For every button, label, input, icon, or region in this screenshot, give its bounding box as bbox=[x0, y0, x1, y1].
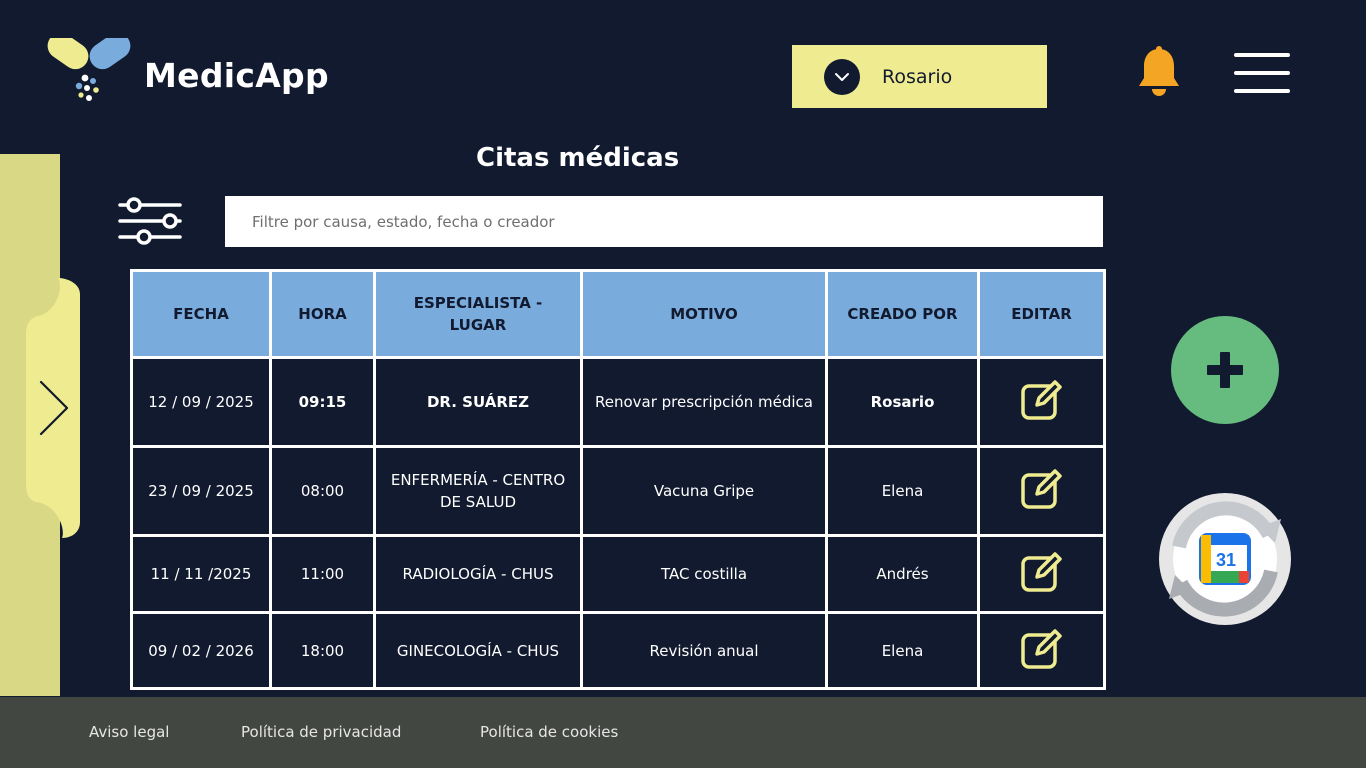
table-row: 09 / 02 / 2026 18:00 GINECOLOGÍA - CHUS … bbox=[130, 611, 1106, 690]
search-input[interactable] bbox=[225, 196, 1103, 247]
edit-icon[interactable] bbox=[1020, 466, 1064, 510]
cell-editar bbox=[977, 356, 1106, 448]
column-header: MOTIVO bbox=[580, 269, 828, 359]
cell-fecha: 23 / 09 / 2025 bbox=[130, 445, 272, 537]
cell-creado-por: Elena bbox=[825, 445, 980, 537]
edit-icon[interactable] bbox=[1020, 377, 1064, 421]
cell-especialista: RADIOLOGÍA - CHUS bbox=[373, 534, 583, 614]
column-header: HORA bbox=[269, 269, 376, 359]
plus-icon bbox=[1207, 352, 1243, 388]
cell-especialista: DR. SUÁREZ bbox=[373, 356, 583, 448]
selected-user: Rosario bbox=[882, 65, 953, 88]
calendar-day: 31 bbox=[1216, 550, 1236, 570]
cell-fecha: 12 / 09 / 2025 bbox=[130, 356, 272, 448]
column-header: FECHA bbox=[130, 269, 272, 359]
google-calendar-sync-icon[interactable]: 31 bbox=[1157, 491, 1293, 627]
cell-fecha: 11 / 11 /2025 bbox=[130, 534, 272, 614]
cell-motivo: Renovar prescripción médica bbox=[580, 356, 828, 448]
column-header: ESPECIALISTA - LUGAR bbox=[373, 269, 583, 359]
cell-creado-por: Andrés bbox=[825, 534, 980, 614]
cell-especialista: GINECOLOGÍA - CHUS bbox=[373, 611, 583, 690]
app-brand: MedicApp bbox=[144, 56, 329, 95]
edit-icon[interactable] bbox=[1020, 626, 1064, 670]
bell-icon[interactable] bbox=[1137, 46, 1181, 98]
footer-link-cookies[interactable]: Política de cookies bbox=[480, 723, 618, 741]
cell-hora: 11:00 bbox=[269, 534, 376, 614]
user-selector[interactable]: Rosario bbox=[792, 45, 1047, 108]
column-header: EDITAR bbox=[977, 269, 1106, 359]
cell-hora: 08:00 bbox=[269, 445, 376, 537]
footer-link-legal[interactable]: Aviso legal bbox=[89, 723, 169, 741]
cell-editar bbox=[977, 611, 1106, 690]
footer-link-privacy[interactable]: Política de privacidad bbox=[241, 723, 401, 741]
cell-motivo: TAC costilla bbox=[580, 534, 828, 614]
cell-creado-por: Elena bbox=[825, 611, 980, 690]
side-panel-toggle[interactable] bbox=[26, 278, 80, 538]
footer: Aviso legal Política de privacidad Polít… bbox=[0, 697, 1366, 768]
cell-motivo: Revisión anual bbox=[580, 611, 828, 690]
cell-hora: 09:15 bbox=[269, 356, 376, 448]
column-header: CREADO POR bbox=[825, 269, 980, 359]
cell-fecha: 09 / 02 / 2026 bbox=[130, 611, 272, 690]
cell-especialista: ENFERMERÍA - CENTRO DE SALUD bbox=[373, 445, 583, 537]
cell-hora: 18:00 bbox=[269, 611, 376, 690]
table-row: 12 / 09 / 2025 09:15 DR. SUÁREZ Renovar … bbox=[130, 356, 1106, 448]
table-row: 11 / 11 /2025 11:00 RADIOLOGÍA - CHUS TA… bbox=[130, 534, 1106, 614]
hamburger-menu-icon[interactable] bbox=[1234, 53, 1290, 93]
cell-motivo: Vacuna Gripe bbox=[580, 445, 828, 537]
logo-icon bbox=[47, 38, 131, 101]
table-row: 23 / 09 / 2025 08:00 ENFERMERÍA - CENTRO… bbox=[130, 445, 1106, 537]
edit-icon[interactable] bbox=[1020, 549, 1064, 593]
chevron-down-icon bbox=[824, 58, 860, 95]
table-header-row: FECHA HORA ESPECIALISTA - LUGAR MOTIVO C… bbox=[130, 269, 1106, 359]
cell-editar bbox=[977, 445, 1106, 537]
appointments-table: FECHA HORA ESPECIALISTA - LUGAR MOTIVO C… bbox=[130, 269, 1106, 690]
cell-editar bbox=[977, 534, 1106, 614]
filter-sliders-icon[interactable] bbox=[118, 196, 182, 248]
add-appointment-button[interactable] bbox=[1171, 316, 1279, 424]
page-title: Citas médicas bbox=[476, 143, 680, 173]
cell-creado-por: Rosario bbox=[825, 356, 980, 448]
